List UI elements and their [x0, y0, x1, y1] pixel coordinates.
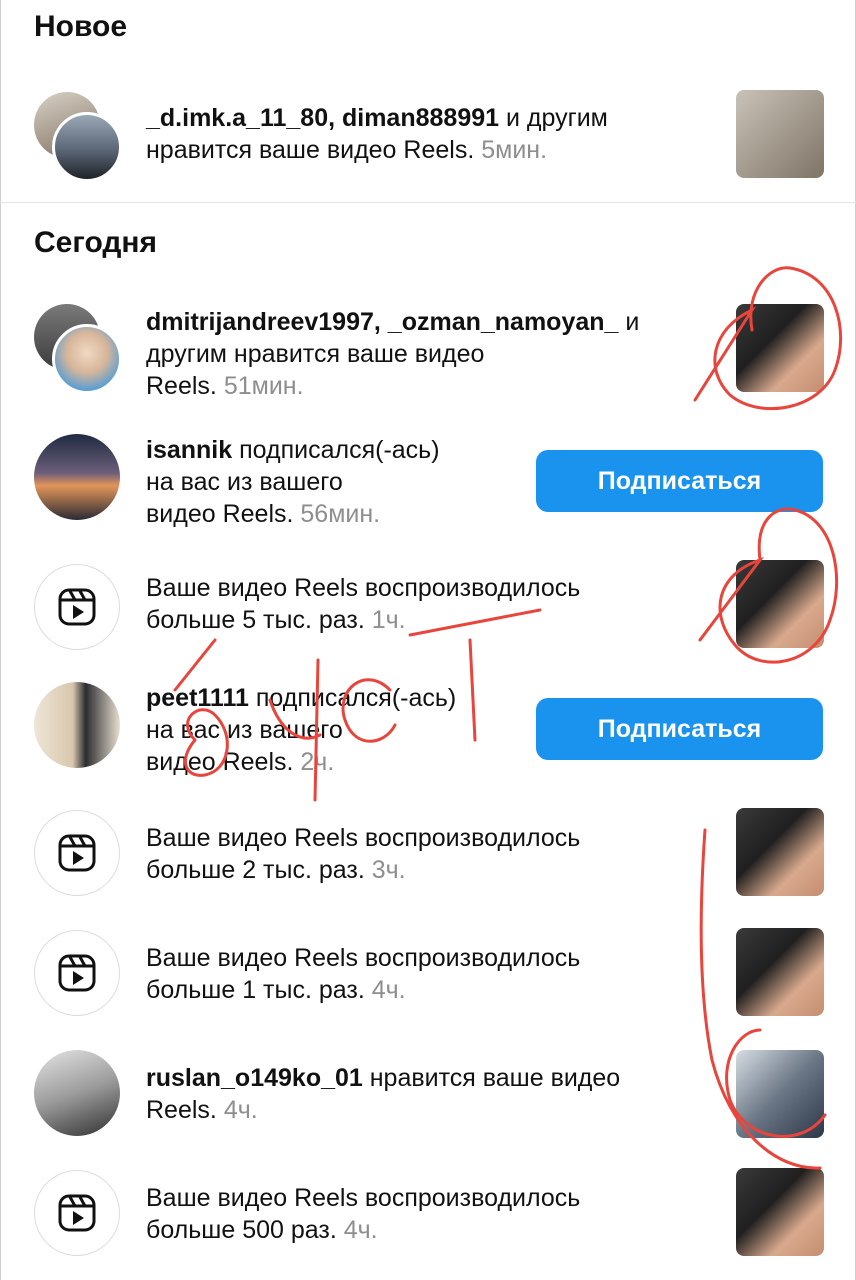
divider — [0, 202, 856, 203]
notification-text: peet1111 подписался(-ась) на вас из ваше… — [146, 684, 457, 776]
avatar[interactable] — [34, 1050, 120, 1136]
notification-row[interactable]: ruslan_o149ko_01 нравится ваше видео Ree… — [0, 1046, 856, 1146]
section-title-new: Новое — [34, 10, 128, 43]
reels-icon — [58, 834, 96, 872]
reels-icon — [58, 954, 96, 992]
reel-thumbnail[interactable] — [736, 1168, 824, 1256]
reel-thumbnail[interactable] — [736, 560, 824, 648]
reel-thumbnail[interactable] — [736, 928, 824, 1016]
notification-text: Ваше видео Reels воспроизводилось больше… — [146, 944, 581, 1004]
notification-text: dmitrijandreev1997, _ozman_namoyan_ и др… — [146, 308, 640, 400]
reel-thumbnail[interactable] — [736, 304, 824, 392]
notification-text: Ваше видео Reels воспроизводилось больше… — [146, 824, 581, 884]
notification-row[interactable]: Ваше видео Reels воспроизводилось больше… — [0, 926, 856, 1026]
reel-thumbnail[interactable] — [736, 808, 824, 896]
notification-row[interactable]: _d.imk.a_11_80, diman888991 и другим нра… — [0, 86, 856, 186]
avatar[interactable] — [52, 324, 122, 394]
avatar[interactable] — [34, 434, 120, 520]
notification-row[interactable]: dmitrijandreev1997, _ozman_namoyan_ и др… — [0, 298, 856, 408]
notification-row[interactable]: Ваше видео Reels воспроизводилось больше… — [0, 560, 856, 660]
notification-row[interactable]: isannik подписался(-ась) на вас из вашег… — [0, 430, 856, 540]
section-title-today: Сегодня — [34, 226, 158, 259]
notification-row[interactable]: Ваше видео Reels воспроизводилось больше… — [0, 1166, 856, 1266]
reels-icon-wrapper — [34, 1170, 120, 1256]
reels-icon-wrapper — [34, 930, 120, 1016]
notification-text: Ваше видео Reels воспроизводилось больше… — [146, 574, 581, 634]
avatar[interactable] — [52, 112, 122, 182]
follow-button[interactable]: Подписаться — [536, 698, 823, 760]
reel-thumbnail[interactable] — [736, 90, 824, 178]
reels-icon-wrapper — [34, 810, 120, 896]
notification-text: _d.imk.a_11_80, diman888991 и другим нра… — [146, 104, 608, 164]
reel-thumbnail[interactable] — [736, 1050, 824, 1138]
follow-button[interactable]: Подписаться — [536, 450, 823, 512]
reels-icon — [58, 1194, 96, 1232]
reels-icon — [58, 588, 96, 626]
notification-row[interactable]: Ваше видео Reels воспроизводилось больше… — [0, 806, 856, 906]
notification-text: ruslan_o149ko_01 нравится ваше видео Ree… — [146, 1064, 621, 1124]
notification-row[interactable]: peet1111 подписался(-ась) на вас из ваше… — [0, 680, 856, 790]
notification-text: Ваше видео Reels воспроизводилось больше… — [146, 1184, 581, 1244]
reels-icon-wrapper — [34, 564, 120, 650]
avatar[interactable] — [34, 682, 120, 768]
notification-text: isannik подписался(-ась) на вас из вашег… — [146, 436, 440, 528]
